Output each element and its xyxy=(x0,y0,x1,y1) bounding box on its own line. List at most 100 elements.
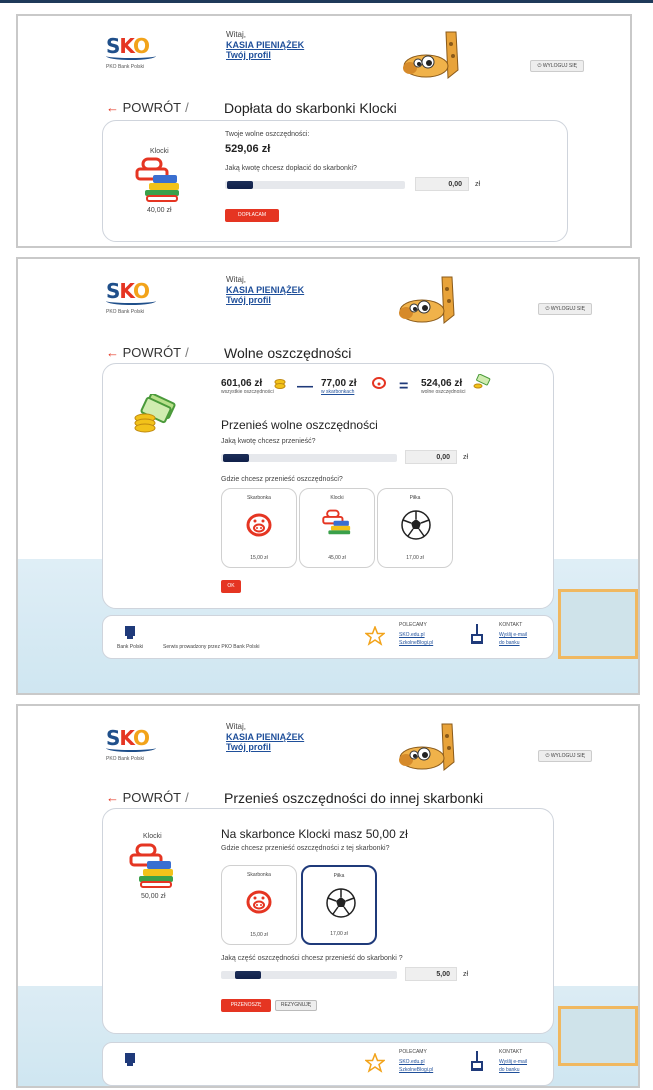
sum-all: 601,06 zł wszystkie oszczędności xyxy=(221,378,274,395)
free-savings-label: Twoje wolne oszczędności: xyxy=(225,131,310,138)
logout-button[interactable]: ⏻ WYLOGUJ SIĘ xyxy=(530,60,584,72)
item-value: 50,00 zł xyxy=(141,893,166,900)
piggybank-tile-pilka[interactable]: Piłka 17,00 zł xyxy=(377,488,453,568)
top-border xyxy=(0,0,653,3)
window-decoration xyxy=(558,1006,638,1066)
szkolne-blogi-link[interactable]: SzkolneBlogi.pl xyxy=(399,1067,433,1073)
amount-input[interactable]: 0,00 xyxy=(405,450,457,464)
profile-link[interactable]: Twój profil xyxy=(226,295,304,305)
move-savings-card: Klocki 50,00 zł Na skarbonce Klocki masz… xyxy=(102,808,554,1034)
back-arrow-icon: ← xyxy=(106,790,119,805)
item-value: 40,00 zł xyxy=(147,207,172,214)
piggy-icon xyxy=(246,890,272,914)
in-piggybanks-link[interactable]: w skarbonkach xyxy=(321,389,357,395)
screen-move-savings-panel: SKO PKO Bank Polski Witaj, KASIA PIENIĄŻ… xyxy=(16,704,640,1088)
contact-label: KONTAKT xyxy=(499,622,523,628)
mailbox-icon xyxy=(471,1051,483,1071)
blocks-icon xyxy=(135,157,179,202)
amount-question: Jaką kwotę chcesz dopłacić do skarbonki? xyxy=(225,165,357,172)
greeting: Witaj, xyxy=(226,722,246,731)
user-name-link[interactable]: KASIA PIENIĄŻEK xyxy=(226,285,304,295)
sko-logo: SKO PKO Bank Polski xyxy=(106,34,166,78)
piggy-icon xyxy=(246,513,272,537)
bank-label: Bank Polski xyxy=(117,644,144,650)
star-icon xyxy=(365,626,385,646)
welcome-block: Witaj, KASIA PIENIĄŻEK Twój profil xyxy=(226,30,304,60)
recommend-label: POLECAMY xyxy=(399,1049,427,1055)
transfer-button[interactable]: PRZENOSZĘ xyxy=(221,999,271,1012)
item-name: Klocki xyxy=(150,148,169,155)
to-bank-link[interactable]: do banku xyxy=(499,1067,520,1073)
star-icon xyxy=(365,1053,385,1073)
recommend-label: POLECAMY xyxy=(399,622,427,628)
sko-logo: SKO PKO Bank Polski xyxy=(106,726,166,770)
to-bank-link[interactable]: do banku xyxy=(499,640,520,646)
user-name-link[interactable]: KASIA PIENIĄŻEK xyxy=(226,732,304,742)
welcome-block: Witaj, KASIA PIENIĄŻEK Twój profil xyxy=(226,722,304,752)
piggybank-tile-pilka-selected[interactable]: Piłka 17,00 zł xyxy=(301,865,377,945)
piggybank-tile-skarbonka[interactable]: Skarbonka 15,00 zł xyxy=(221,865,297,945)
free-savings-card: 601,06 zł wszystkie oszczędności — 77,00… xyxy=(102,363,554,609)
cancel-button[interactable]: REZYGNUJĘ xyxy=(275,1000,317,1011)
send-email-link[interactable]: Wyślij e-mail xyxy=(499,632,527,638)
balance-heading: Na skarbonce Klocki masz 50,00 zł xyxy=(221,827,408,841)
user-name-link[interactable]: KASIA PIENIĄŻEK xyxy=(226,40,304,50)
footer: Bank Polski Serwis prowadzony przez PKO … xyxy=(102,615,554,659)
amount-question: Jaką kwotę chcesz przenieść? xyxy=(221,438,316,445)
window-decoration xyxy=(558,589,638,659)
where-question: Gdzie chcesz przenieść oszczędności? xyxy=(221,476,343,483)
slider-thumb[interactable] xyxy=(227,181,253,189)
back-arrow-icon: ← xyxy=(106,100,119,115)
slider-thumb[interactable] xyxy=(235,971,261,979)
contact-label: KONTAKT xyxy=(499,1049,523,1055)
logout-button[interactable]: ⏻ WYLOGUJ SIĘ xyxy=(538,303,592,315)
banknotes-small-icon xyxy=(473,374,491,389)
pko-bank-icon xyxy=(125,1053,135,1066)
greeting: Witaj, xyxy=(226,275,246,284)
screen-topup-panel: SKO PKO Bank Polski Witaj, KASIA PIENIĄŻ… xyxy=(16,14,632,248)
sko-logo: SKO PKO Bank Polski xyxy=(106,279,166,323)
logout-button[interactable]: ⏻ WYLOGUJ SIĘ xyxy=(538,750,592,762)
pko-bank-icon xyxy=(125,626,135,639)
where-question: Gdzie chcesz przenieść oszczędności z te… xyxy=(221,845,390,852)
amount-input[interactable]: 0,00 xyxy=(415,177,469,191)
profile-link[interactable]: Twój profil xyxy=(226,742,304,752)
banknotes-coins-icon xyxy=(134,394,176,433)
ball-icon xyxy=(326,888,356,918)
sko-edu-link[interactable]: SKO.edu.pl xyxy=(399,1059,425,1065)
minus-sign: — xyxy=(297,378,313,395)
sko-edu-link[interactable]: SKO.edu.pl xyxy=(399,632,425,638)
footer: POLECAMY SKO.edu.pl SzkolneBlogi.pl KONT… xyxy=(102,1042,554,1086)
amount-slider[interactable] xyxy=(221,971,397,979)
back-arrow-icon: ← xyxy=(106,345,119,360)
back-link[interactable]: ← POWRÓT / xyxy=(106,100,189,115)
giraffe-icon xyxy=(403,31,459,80)
sum-piggy: 77,00 zł w skarbonkach xyxy=(321,378,357,395)
ok-button[interactable]: OK xyxy=(221,580,241,593)
back-link[interactable]: ← POWRÓT / xyxy=(106,790,189,805)
page-title: Dopłata do skarbonki Klocki xyxy=(224,100,397,116)
sum-free: 524,06 zł wolne oszczędności xyxy=(421,378,466,395)
currency-label: zł xyxy=(475,181,481,188)
topup-button[interactable]: DOPŁACAM xyxy=(225,209,279,222)
slider-thumb[interactable] xyxy=(223,454,249,462)
free-savings-amount: 529,06 zł xyxy=(225,143,271,155)
amount-slider[interactable] xyxy=(221,454,397,462)
profile-link[interactable]: Twój profil xyxy=(226,50,304,60)
piggy-small-icon xyxy=(372,377,386,389)
back-link[interactable]: ← POWRÓT / xyxy=(106,345,189,360)
szkolne-blogi-link[interactable]: SzkolneBlogi.pl xyxy=(399,640,433,646)
amount-slider[interactable] xyxy=(225,181,405,189)
currency-label: zł xyxy=(463,454,469,461)
piggybank-tile-skarbonka[interactable]: Skarbonka 15,00 zł xyxy=(221,488,297,568)
amount-input[interactable]: 5,00 xyxy=(405,967,457,981)
transfer-heading: Przenieś wolne oszczędności xyxy=(221,418,378,432)
blocks-icon xyxy=(322,509,351,535)
page-title: Przenieś oszczędności do innej skarbonki xyxy=(224,790,484,806)
coins-icon xyxy=(274,379,286,389)
send-email-link[interactable]: Wyślij e-mail xyxy=(499,1059,527,1065)
screen-free-savings-panel: SKO PKO Bank Polski Witaj, KASIA PIENIĄŻ… xyxy=(16,257,640,695)
item-name: Klocki xyxy=(143,833,162,840)
piggybank-tile-klocki[interactable]: Klocki 45,00 zł xyxy=(299,488,375,568)
greeting: Witaj, xyxy=(226,30,246,39)
